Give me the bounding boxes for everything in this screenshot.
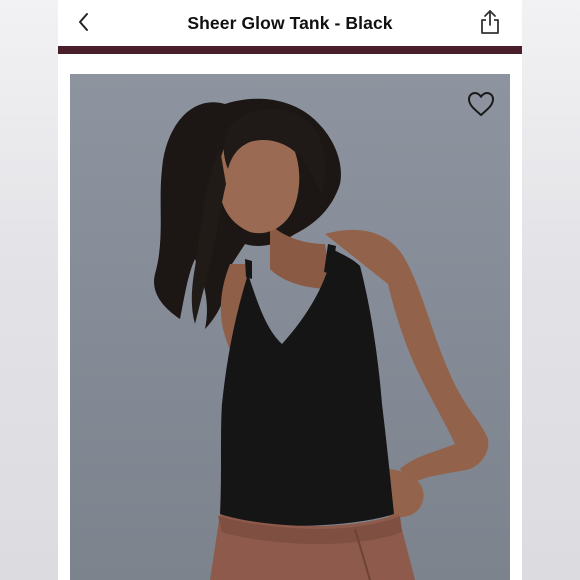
heart-outline-icon xyxy=(468,92,494,116)
favorite-button[interactable] xyxy=(466,90,496,118)
chevron-left-icon xyxy=(79,13,88,31)
accent-divider xyxy=(58,46,522,54)
share-button[interactable] xyxy=(478,8,502,36)
product-image[interactable] xyxy=(70,74,510,580)
model-photo xyxy=(154,98,489,580)
back-button[interactable] xyxy=(72,10,96,34)
product-screen: Sheer Glow Tank - Black xyxy=(58,0,522,580)
page-title: Sheer Glow Tank - Black xyxy=(187,12,393,33)
share-icon xyxy=(481,10,499,34)
background-right xyxy=(522,0,580,580)
top-nav-bar: Sheer Glow Tank - Black xyxy=(58,0,522,46)
background-left xyxy=(0,0,58,580)
